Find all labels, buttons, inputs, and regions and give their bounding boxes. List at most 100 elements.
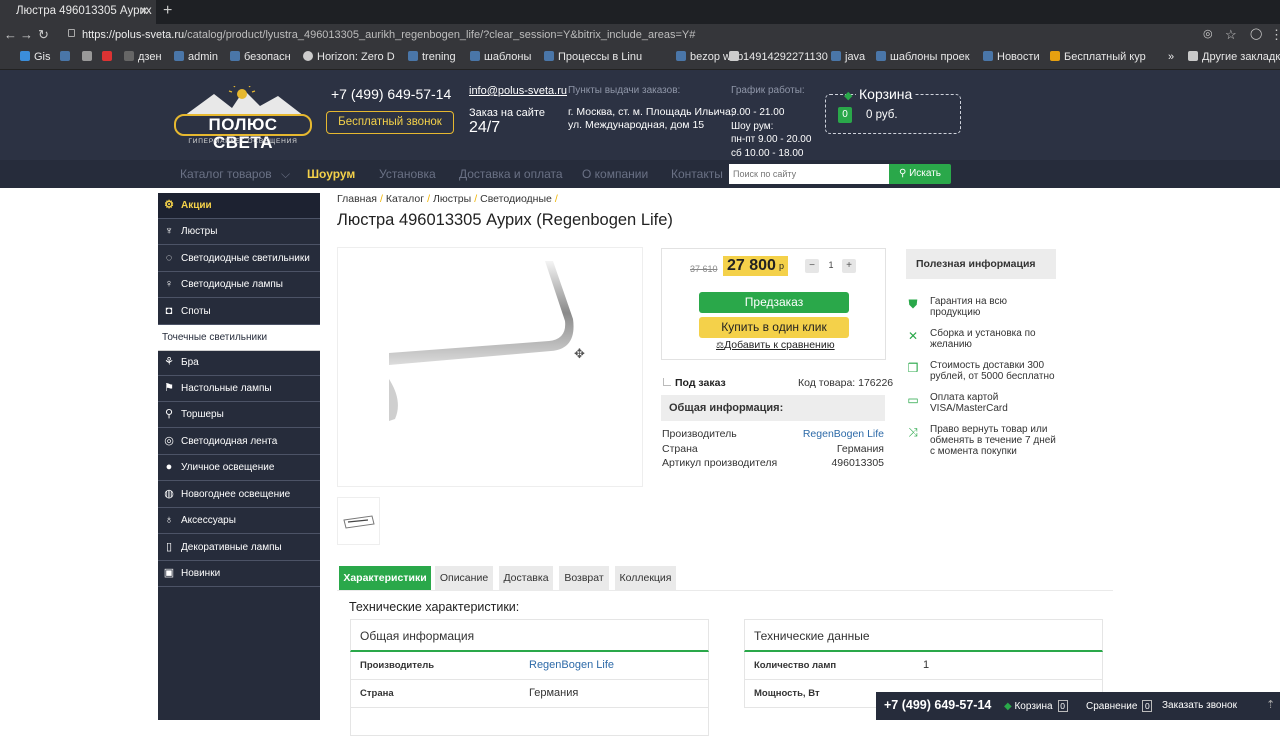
sidebar-item-table-lamps[interactable]: ⚑ Настольные лампы	[158, 376, 320, 402]
sidebar-item-downlights[interactable]: Точечные светильники	[158, 325, 320, 351]
bookmark-item[interactable]: Horizon: Zero D	[303, 51, 395, 63]
bookmark-item[interactable]: 14914292271130	[729, 51, 828, 63]
nav-contacts[interactable]: Контакты	[671, 167, 723, 181]
buy-box: 37 610 27 800 р − 1 + Предзаказ Купить в …	[661, 248, 886, 360]
bookmark-item[interactable]: Процессы в Linu	[544, 51, 642, 63]
bookmark-item[interactable]: Бесплатный кур	[1050, 51, 1146, 63]
reload-icon[interactable]: ↻	[38, 27, 49, 43]
sidebar-item-spots[interactable]: ◘ Споты	[158, 299, 320, 325]
extension-icon[interactable]: ◎	[1203, 27, 1213, 40]
url-field[interactable]: https://polus-sveta.ru/catalog/product/l…	[82, 29, 695, 41]
sidebar-item-sconces[interactable]: ⚘ Бра	[158, 350, 320, 376]
bookmark-item[interactable]: Новости	[983, 51, 1040, 63]
forward-icon[interactable]: →	[20, 27, 33, 42]
bookmark-item[interactable]	[60, 51, 74, 63]
add-to-compare-link[interactable]: ⚖Добавить к сравнению	[716, 339, 835, 351]
manufacturer-link[interactable]: RegenBogen Life	[529, 659, 614, 671]
chevron-down-icon: ⌵	[280, 167, 291, 181]
nav-delivery[interactable]: Доставка и оплата	[459, 167, 563, 181]
new-tab-icon[interactable]: +	[163, 2, 172, 20]
old-price: 37 610	[690, 264, 718, 274]
bookmark-item[interactable]: шаблоны	[470, 51, 531, 63]
table-header: Общая информация	[350, 619, 709, 652]
qty-minus-button[interactable]: −	[805, 259, 819, 273]
breadcrumb-link[interactable]: Светодиодные	[480, 193, 552, 205]
qty-input[interactable]: 1	[822, 260, 840, 270]
bookmark-item[interactable]: admin	[174, 51, 218, 63]
close-tab-icon[interactable]: ✕	[139, 4, 149, 18]
nav-showroom[interactable]: Шоурум	[307, 167, 355, 181]
breadcrumb-link[interactable]: Главная	[337, 193, 377, 205]
search-input[interactable]	[729, 164, 889, 184]
buy-one-click-button[interactable]: Купить в один клик	[699, 317, 849, 338]
basket-icon: ◆	[1004, 701, 1012, 712]
bookmark-item[interactable]: java	[831, 51, 865, 63]
spot-icon: ◘	[165, 305, 173, 317]
page-title: Люстра 496013305 Аурих (Regenbogen Life)	[337, 211, 673, 229]
order-call-button[interactable]: Заказать звонок	[1162, 700, 1237, 711]
spec-row: Производитель RegenBogen Life	[662, 428, 884, 440]
browser-tab[interactable]: Люстра 496013305 Аурих ✕	[0, 0, 156, 24]
sidebar-item-decorative[interactable]: ▯ Декоративные лампы	[158, 535, 320, 561]
scroll-up-icon[interactable]: ⇡	[1266, 698, 1275, 711]
logo-subtitle: ГИПЕРМАРКЕТ ОСВЕЩЕНИЯ	[188, 138, 298, 145]
menu-icon[interactable]: ⋮	[1270, 27, 1280, 43]
bookmark-item[interactable]	[102, 51, 116, 63]
bookmark-item[interactable]: Gis	[20, 51, 51, 63]
search-button[interactable]: ⚲ Искать	[889, 164, 951, 184]
tab-collection[interactable]: Коллекция	[615, 566, 676, 591]
sidebar-item-new-year[interactable]: ◍ Новогоднее освещение	[158, 482, 320, 508]
bookmark-star-icon[interactable]: ☆	[1225, 27, 1237, 43]
preorder-button[interactable]: Предзаказ	[699, 292, 849, 313]
free-call-button[interactable]: Бесплатный звонок	[326, 111, 454, 134]
sidebar-item-street[interactable]: ● Уличное освещение	[158, 455, 320, 481]
main-nav: Каталог товаров ⌵ Шоурум Установка Доста…	[0, 160, 1280, 188]
bookmark-item[interactable]: шаблоны проек	[876, 51, 970, 63]
bottom-phone[interactable]: +7 (499) 649-57-14	[884, 698, 991, 712]
email-link[interactable]: info@polus-sveta.ru	[469, 85, 567, 97]
bookmark-item[interactable]: безопасн	[230, 51, 291, 63]
logo[interactable]: ПОЛЮС СВЕТА ГИПЕРМАРКЕТ ОСВЕЩЕНИЯ	[174, 86, 312, 152]
sidebar-item-accessories[interactable]: ♁ Аксессуары	[158, 508, 320, 534]
cart-sum: 0 руб.	[866, 109, 898, 121]
header-cart[interactable]: ◆ Корзина 0 0 руб.	[825, 86, 961, 134]
product-image-frame[interactable]: ✥	[337, 247, 643, 487]
other-bookmarks[interactable]: Другие закладки	[1188, 51, 1280, 63]
hours-label: График работы:	[731, 85, 805, 96]
price: 27 800 р	[723, 256, 788, 276]
sidebar-item-promo[interactable]: ⚙ Акции	[158, 193, 320, 219]
zoom-cursor-icon: ✥	[574, 346, 585, 361]
nav-about[interactable]: О компании	[582, 167, 648, 181]
bookmark-item[interactable]: trening	[408, 51, 456, 63]
tab-characteristics[interactable]: Характеристики	[339, 566, 431, 591]
sidebar-item-led-lamps[interactable]: ♀ Светодиодные лампы	[158, 272, 320, 298]
back-icon[interactable]: ←	[4, 27, 17, 42]
nav-install[interactable]: Установка	[379, 167, 436, 181]
tab-description[interactable]: Описание	[435, 566, 493, 591]
bookmark-item[interactable]	[82, 51, 96, 63]
spec-row: Артикул производителя 496013305	[662, 457, 884, 469]
bottom-compare[interactable]: Сравнение 0	[1086, 700, 1153, 712]
useful-info-header: Полезная информация	[906, 249, 1056, 279]
bookmark-item[interactable]: дзен	[124, 51, 162, 63]
sidebar-item-floor-lamps[interactable]: ⚲ Торшеры	[158, 402, 320, 428]
product-thumbnail[interactable]	[337, 497, 380, 545]
nav-catalog[interactable]: Каталог товаров ⌵	[180, 167, 290, 182]
product-code: Код товара: 176226	[798, 377, 894, 389]
tab-return[interactable]: Возврат	[559, 566, 609, 591]
bookmarks-overflow-icon[interactable]: »	[1168, 51, 1174, 63]
header-phone[interactable]: +7 (499) 649-57-14	[331, 86, 451, 102]
profile-icon[interactable]: ◯	[1250, 27, 1262, 40]
breadcrumb-link[interactable]: Каталог	[386, 193, 424, 205]
breadcrumb-link[interactable]: Люстры	[433, 193, 471, 205]
sidebar-item-chandeliers[interactable]: ♆ Люстры	[158, 219, 320, 245]
tab-delivery[interactable]: Доставка	[499, 566, 553, 591]
manufacturer-link[interactable]: RegenBogen Life	[803, 428, 884, 440]
bottom-cart[interactable]: ◆ Корзина 0	[1004, 700, 1068, 712]
street-light-icon: ●	[165, 461, 173, 473]
sidebar-item-led-fixtures[interactable]: ◌ Светодиодные светильники	[158, 246, 320, 272]
product-image[interactable]	[389, 261, 594, 466]
sidebar-item-led-strip[interactable]: ◎ Светодиодная лента	[158, 429, 320, 455]
qty-plus-button[interactable]: +	[842, 259, 856, 273]
sidebar-item-new[interactable]: ▣ Новинки	[158, 561, 320, 587]
